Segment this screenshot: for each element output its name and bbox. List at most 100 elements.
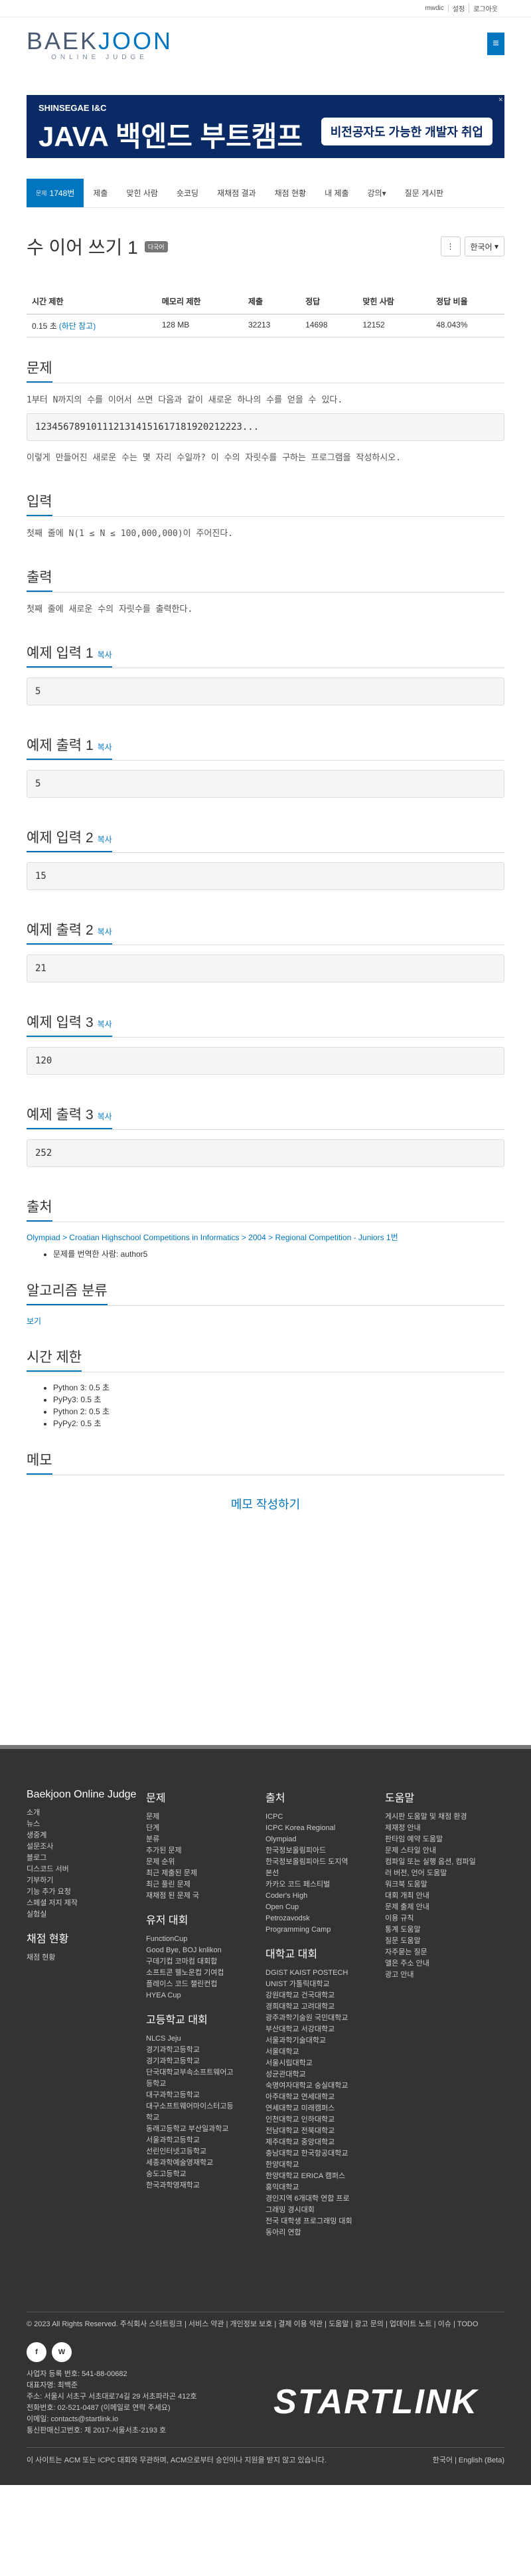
footer-link[interactable]: 재채점 된 문제 국 bbox=[146, 1890, 266, 1902]
footer-link[interactable]: 러 버전, 언어 도움말 bbox=[385, 1868, 504, 1879]
footer-link[interactable]: 질문 도움말 bbox=[385, 1936, 504, 1947]
footer-link[interactable]: 실험실 bbox=[27, 1909, 146, 1920]
footer-link[interactable]: 최근 풀린 문제 bbox=[146, 1879, 266, 1890]
tab-8[interactable]: 질문 게시판 bbox=[396, 179, 453, 207]
footer-link[interactable]: Open Cup bbox=[266, 1902, 385, 1913]
footer-link[interactable]: 서울과학기술대학교 bbox=[266, 2035, 385, 2047]
footer-links[interactable]: © 2023 All Rights Reserved. 주식회사 스타트링크 |… bbox=[27, 2312, 504, 2330]
source-path[interactable]: Olympiad > Croatian Highschool Competiti… bbox=[27, 1232, 504, 1243]
footer-link[interactable]: 최근 제출된 문제 bbox=[146, 1868, 266, 1879]
ad-banner[interactable]: SHINSEGAE I&C JAVA 백엔드 부트캠프 비전공자도 가능한 개발… bbox=[27, 95, 504, 158]
footer-link[interactable]: 기능 추가 요청 bbox=[27, 1886, 146, 1898]
footer-link[interactable]: 문제 출제 안내 bbox=[385, 1902, 504, 1913]
footer-link[interactable]: Coder's High bbox=[266, 1890, 385, 1902]
footer-link[interactable]: 충남대학교 한국항공대학교 bbox=[266, 2148, 385, 2160]
footer-link[interactable]: 한양대학교 ERICA 캠퍼스 bbox=[266, 2171, 385, 2182]
logout-link[interactable]: 로그아웃 bbox=[469, 3, 502, 13]
footer-link[interactable]: 디스코드 서버 bbox=[27, 1864, 146, 1875]
footer-link[interactable]: 한국과학영재학교 bbox=[146, 2180, 266, 2191]
tab-7[interactable]: 강의▾ bbox=[358, 179, 396, 207]
footer-link[interactable]: Programming Camp bbox=[266, 1924, 385, 1936]
menu-hamburger-icon[interactable]: ≡ bbox=[487, 33, 504, 55]
footer-link[interactable]: 추가된 문제 bbox=[146, 1845, 266, 1857]
footer-link[interactable]: 소개 bbox=[27, 1807, 146, 1819]
footer-link[interactable]: 선린인터넷고등학교 bbox=[146, 2146, 266, 2158]
footer-link[interactable]: 서울시립대학교 bbox=[266, 2058, 385, 2069]
more-options-icon[interactable]: ⋮ bbox=[440, 236, 461, 256]
footer-link[interactable]: 판타임 예약 도움말 bbox=[385, 1834, 504, 1845]
site-logo[interactable]: BAEKJOON ONLINE JUDGE bbox=[27, 27, 173, 61]
footer-link[interactable]: 분류 bbox=[146, 1834, 266, 1845]
copy-button[interactable]: 복사 bbox=[98, 650, 112, 660]
footer-link[interactable]: 채점 현황 bbox=[27, 1952, 146, 1964]
footer-link[interactable]: 단국대학교부속소프트웨어고 bbox=[146, 2067, 266, 2078]
footer-link[interactable]: 대구소프트웨어마이스터고등 bbox=[146, 2101, 266, 2112]
language-links[interactable]: 한국어 | English (Beta) bbox=[433, 2454, 504, 2465]
footer-link[interactable]: 전남대학교 전북대학교 bbox=[266, 2126, 385, 2137]
footer-link[interactable]: 서울대학교 bbox=[266, 2047, 385, 2058]
footer-link[interactable]: 소프트콘 웰노운컵 기여컵 bbox=[146, 1968, 266, 1979]
footer-link[interactable]: 블로그 bbox=[27, 1853, 146, 1864]
footer-link[interactable]: 뉴스 bbox=[27, 1819, 146, 1830]
footer-link[interactable]: 제주대학교 중앙대학교 bbox=[266, 2137, 385, 2148]
footer-link[interactable]: 대구과학고등학교 bbox=[146, 2090, 266, 2101]
tab-0[interactable]: 문제 1748번 bbox=[27, 179, 84, 207]
footer-link[interactable]: 성균관대학교 bbox=[266, 2069, 385, 2080]
footer-link[interactable]: Good Bye, BOJ knlikon bbox=[146, 1945, 266, 1956]
footer-link[interactable]: 문제 스타일 안내 bbox=[385, 1845, 504, 1857]
footer-link[interactable]: 단계 bbox=[146, 1823, 266, 1834]
tab-2[interactable]: 맞힌 사람 bbox=[117, 179, 167, 207]
footer-link[interactable]: Petrozavodsk bbox=[266, 1913, 385, 1924]
footer-link[interactable]: 기부하기 bbox=[27, 1875, 146, 1886]
footer-link[interactable]: 광고 안내 bbox=[385, 1970, 504, 1981]
footer-link[interactable]: 본선 bbox=[266, 1868, 385, 1879]
footer-link[interactable]: 통계 도움말 bbox=[385, 1924, 504, 1936]
footer-link[interactable]: 카카오 코드 페스티벌 bbox=[266, 1879, 385, 1890]
footer-link[interactable]: 강원대학교 건국대학교 bbox=[266, 1990, 385, 2001]
tab-1[interactable]: 제출 bbox=[84, 179, 117, 207]
footer-link[interactable]: NLCS Jeju bbox=[146, 2033, 266, 2045]
settings-link[interactable]: 설정 bbox=[449, 3, 470, 13]
footer-link[interactable]: 그래밍 경시대회 bbox=[266, 2205, 385, 2216]
facebook-icon[interactable]: f bbox=[27, 2342, 46, 2362]
footer-link[interactable]: 워크북 도움말 bbox=[385, 1879, 504, 1890]
footer-link[interactable]: DGIST KAIST POSTECH bbox=[266, 1968, 385, 1979]
write-memo-button[interactable]: 메모 작성하기 bbox=[27, 1495, 504, 1513]
footer-link[interactable]: 컴파일 또는 실행 옵션, 컴파일 bbox=[385, 1857, 504, 1868]
time-limit-note-link[interactable]: (하단 참고) bbox=[59, 322, 96, 331]
footer-link[interactable]: 전국 대학생 프로그래밍 대회 bbox=[266, 2216, 385, 2227]
footer-link[interactable]: 자주묻는 질문 bbox=[385, 1947, 504, 1958]
username-link[interactable]: mwdic bbox=[421, 5, 449, 12]
footer-link[interactable]: 홍익대학교 bbox=[266, 2182, 385, 2193]
footer-link[interactable]: 인천대학교 인하대학교 bbox=[266, 2114, 385, 2126]
footer-link[interactable]: 경기과학고등학교 bbox=[146, 2045, 266, 2056]
footer-link[interactable]: 설문조사 bbox=[27, 1841, 146, 1853]
footer-link[interactable]: 게시판 도움말 및 채점 환경 bbox=[385, 1811, 504, 1823]
footer-link[interactable]: 플레이스 코드 챌린컨컵 bbox=[146, 1979, 266, 1990]
footer-link[interactable]: 문제 순위 bbox=[146, 1857, 266, 1868]
footer-link[interactable]: 서울과학고등학교 bbox=[146, 2135, 266, 2146]
footer-link[interactable]: 아주대학교 연세대학교 bbox=[266, 2092, 385, 2103]
copy-button[interactable]: 복사 bbox=[98, 835, 112, 844]
footer-link[interactable]: 이용 규칙 bbox=[385, 1913, 504, 1924]
footer-link[interactable]: ICPC Korea Regional bbox=[266, 1823, 385, 1834]
footer-link[interactable]: 한국정보올림피아드 도지역 bbox=[266, 1857, 385, 1868]
footer-link[interactable]: 스페셜 저지 제작 bbox=[27, 1898, 146, 1909]
footer-link[interactable]: 구데기컵 코마컴 대회합 bbox=[146, 1956, 266, 1968]
footer-link[interactable]: 세종과학예술영재학교 bbox=[146, 2158, 266, 2169]
footer-link[interactable]: 학교 bbox=[146, 2112, 266, 2124]
footer-link[interactable]: FunctionCup bbox=[146, 1934, 266, 1945]
footer-link[interactable]: 숙명여자대학교 숭실대학교 bbox=[266, 2080, 385, 2092]
tab-6[interactable]: 내 제출 bbox=[315, 179, 358, 207]
footer-link[interactable]: 앨은 주소 안내 bbox=[385, 1958, 504, 1970]
footer-link[interactable]: Olympiad bbox=[266, 1834, 385, 1845]
footer-link[interactable]: HYEA Cup bbox=[146, 1990, 266, 2001]
footer-link[interactable]: 부산대학교 서강대학교 bbox=[266, 2024, 385, 2035]
footer-link[interactable]: 대회 개최 안내 bbox=[385, 1890, 504, 1902]
footer-link[interactable]: 제재정 안내 bbox=[385, 1823, 504, 1834]
footer-link[interactable]: 숭도고등학교 bbox=[146, 2169, 266, 2180]
footer-link[interactable]: 문제 bbox=[146, 1811, 266, 1823]
footer-link[interactable]: 경희대학교 고려대학교 bbox=[266, 2001, 385, 2013]
ad-close-icon[interactable]: ✕ bbox=[498, 96, 503, 104]
copy-button[interactable]: 복사 bbox=[98, 743, 112, 752]
